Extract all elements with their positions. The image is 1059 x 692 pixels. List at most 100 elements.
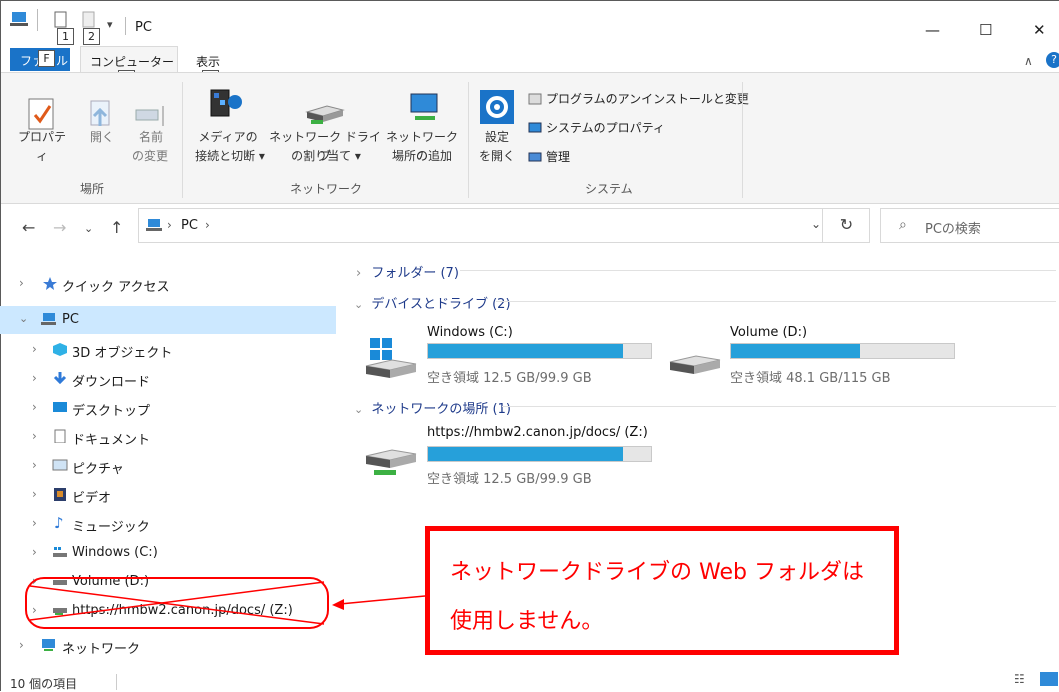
media-label-1[interactable]: メディアの [196, 128, 260, 147]
nav-item-network-drive-z[interactable]: › https://hmbw2.canon.jp/docs/ (Z:) [0, 597, 336, 625]
nav-item-volume-d[interactable]: › Volume (D:) [0, 568, 336, 596]
chevron-right-icon[interactable]: › [32, 458, 37, 472]
settings-label-1[interactable]: 設定 [477, 128, 517, 147]
chevron-right-icon[interactable]: › [32, 487, 37, 501]
close-icon[interactable]: ✕ [1033, 21, 1046, 39]
section-title: デバイスとドライブ (2) [371, 297, 511, 312]
uninstall-button[interactable]: プログラムのアンインストールと変更 [546, 90, 749, 107]
section-folders[interactable]: › フォルダー (7) [356, 262, 1056, 281]
large-icons-view-icon[interactable] [1040, 672, 1058, 686]
rename-label-2[interactable]: の変更 [124, 147, 176, 166]
chevron-right-icon[interactable]: › [19, 638, 24, 652]
media-label-2[interactable]: 接続と切断 ▾ [186, 147, 274, 166]
nav-item-pictures[interactable]: › ピクチャ [0, 452, 336, 480]
drive-name[interactable]: https://hmbw2.canon.jp/docs/ (Z:) [427, 425, 648, 440]
nav-network[interactable]: › ネットワーク [0, 632, 336, 660]
tab-view[interactable]: 表示 [196, 53, 220, 70]
chevron-right-icon[interactable]: › [32, 429, 37, 443]
ribbon-separator [182, 82, 183, 198]
chevron-down-icon[interactable]: ⌄ [354, 298, 363, 311]
manage-button[interactable]: 管理 [546, 148, 570, 165]
chevron-right-icon[interactable]: › [19, 276, 24, 290]
nav-label: 3D オブジェクト [72, 346, 173, 361]
chevron-right-icon[interactable]: › [32, 603, 37, 617]
search-icon: ⌕ [899, 217, 907, 233]
nav-label: ネットワーク [62, 642, 141, 657]
chevron-right-icon[interactable]: › [32, 400, 37, 414]
nav-item-3d-objects[interactable]: › 3D オブジェクト [0, 336, 336, 364]
address-bar[interactable]: › PC › ⌄ [138, 208, 870, 243]
up-icon[interactable]: ↑ [110, 218, 123, 237]
nav-pc[interactable]: ⌄ PC [0, 306, 336, 334]
chevron-right-icon[interactable]: › [356, 266, 361, 281]
nav-quick-access[interactable]: › クイック アクセス [0, 270, 336, 298]
nav-label: Windows (C:) [72, 545, 158, 560]
search-placeholder: PCの検索 [925, 222, 981, 237]
properties-button[interactable]: プロパティ [14, 128, 70, 166]
address-dropdown-icon[interactable]: ⌄ [811, 217, 821, 231]
nav-item-desktop[interactable]: › デスクトップ [0, 394, 336, 422]
system-properties-button[interactable]: システムのプロパティ [546, 119, 665, 136]
drive-free-space: 空き領域 12.5 GB/99.9 GB [427, 472, 592, 487]
drive-name[interactable]: Windows (C:) [427, 325, 513, 340]
chevron-right-icon[interactable]: › [32, 371, 37, 385]
callout-line-1: ネットワークドライブの Web フォルダは [450, 560, 864, 585]
minimize-icon[interactable]: — [925, 21, 940, 39]
refresh-icon[interactable]: ↻ [822, 208, 870, 243]
network-icon [42, 639, 55, 651]
quick-access-dropdown-icon[interactable]: ▾ [107, 18, 113, 31]
chevron-down-icon[interactable]: ⌄ [19, 312, 28, 325]
help-icon[interactable]: ? [1046, 52, 1059, 68]
chevron-right-icon[interactable]: › [32, 342, 37, 356]
keytip-1: 1 [57, 28, 74, 45]
section-rule [502, 406, 1056, 407]
nav-item-documents[interactable]: › ドキュメント [0, 423, 336, 451]
star-icon [43, 277, 57, 290]
add-network-label-2[interactable]: 場所の追加 [382, 147, 462, 166]
drive-free-space: 空き領域 12.5 GB/99.9 GB [427, 371, 592, 386]
nav-item-downloads[interactable]: › ダウンロード [0, 365, 336, 393]
forward-icon[interactable]: → [53, 218, 66, 237]
settings-icon [480, 90, 514, 124]
search-input[interactable]: ⌕ PCの検索 [880, 208, 1059, 243]
download-arrow-icon [53, 372, 67, 385]
tab-computer[interactable]: コンピューター [90, 53, 174, 70]
chevron-right-icon[interactable]: › [32, 516, 37, 530]
nav-item-music[interactable]: › ♪ ミュージック [0, 510, 336, 538]
chevron-right-icon[interactable]: › [32, 574, 37, 588]
callout-line-2: 使用しません。 [450, 609, 604, 634]
pictures-icon [52, 459, 68, 471]
chevron-down-icon[interactable]: ⌄ [354, 403, 363, 416]
rename-label-1[interactable]: 名前 [128, 128, 174, 147]
section-rule [460, 270, 1056, 271]
breadcrumb-chevron-icon[interactable]: › [205, 218, 210, 232]
nav-label: Volume (D:) [72, 574, 150, 589]
recent-locations-icon[interactable]: ⌄ [84, 222, 93, 235]
maximize-icon[interactable]: ☐ [979, 21, 992, 39]
chevron-right-icon[interactable]: › [32, 545, 37, 559]
ribbon-collapse-icon[interactable]: ∧ [1024, 54, 1033, 68]
section-title: ネットワークの場所 (1) [371, 402, 511, 417]
details-view-icon[interactable]: ☷ [1014, 672, 1025, 686]
music-note-icon: ♪ [54, 514, 64, 532]
document-icon [54, 429, 66, 443]
section-network-locations[interactable]: ⌄ ネットワークの場所 (1) [354, 398, 1056, 417]
nav-item-videos[interactable]: › ビデオ [0, 481, 336, 509]
pc-icon [41, 313, 56, 325]
open-button[interactable]: 開く [86, 128, 118, 147]
breadcrumb-pc[interactable]: PC [181, 218, 198, 233]
drive-usage-fill [428, 447, 624, 461]
drive-name[interactable]: Volume (D:) [730, 325, 807, 340]
drive-usage-bar [730, 343, 955, 359]
back-icon[interactable]: ← [22, 218, 35, 237]
media-icon [210, 89, 242, 117]
section-devices[interactable]: ⌄ デバイスとドライブ (2) [354, 293, 1056, 312]
drive-usage-fill [428, 344, 624, 358]
manage-icon [528, 152, 542, 162]
nav-item-windows-c[interactable]: › Windows (C:) [0, 539, 336, 567]
map-drive-label-2[interactable]: の割り当て ▾ [282, 147, 370, 166]
ribbon-separator [468, 82, 469, 198]
settings-label-2[interactable]: を開く [477, 147, 517, 166]
drive-usage-bar [427, 446, 652, 462]
breadcrumb-chevron-icon[interactable]: › [167, 218, 172, 232]
